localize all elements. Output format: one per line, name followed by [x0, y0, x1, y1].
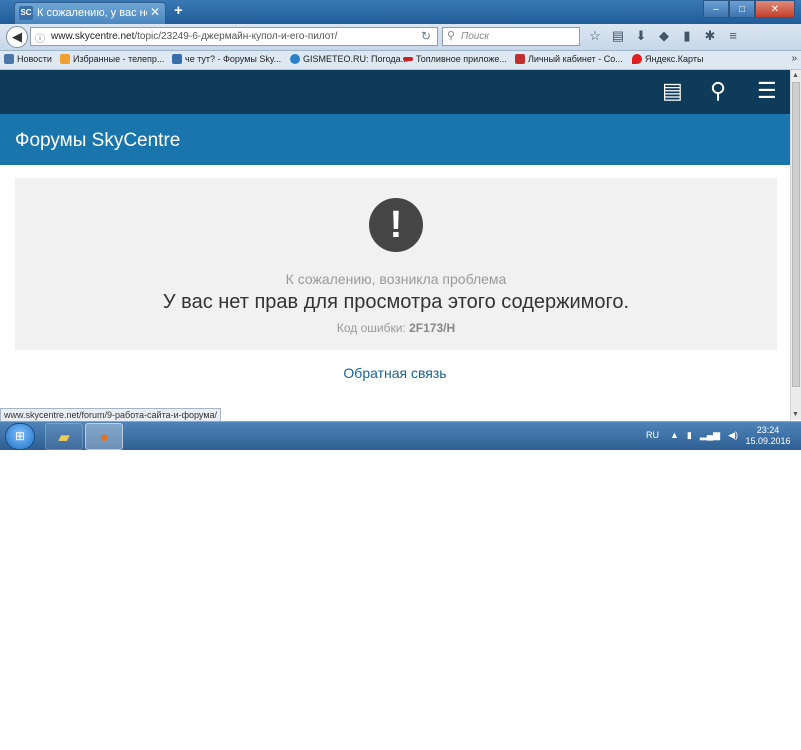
- tab-title: К сожалению, у вас нет д...: [37, 7, 147, 19]
- bookmark-item[interactable]: Яндекс.Карты: [632, 54, 703, 64]
- language-indicator[interactable]: RU: [646, 430, 659, 440]
- feedback-link[interactable]: Обратная связь: [0, 365, 790, 381]
- minimize-button[interactable]: –: [703, 0, 729, 18]
- clock[interactable]: 23:24 15.09.2016: [744, 425, 792, 447]
- new-tab-button[interactable]: +: [174, 2, 183, 19]
- scroll-up-icon[interactable]: ▲: [792, 72, 799, 79]
- bookmark-star-icon[interactable]: ☆: [588, 28, 602, 44]
- error-subtitle: К сожалению, возникла проблема: [285, 271, 507, 287]
- error-message: У вас нет прав для просмотра этого содер…: [162, 291, 630, 313]
- url-text: www.skycentre.net/topic/23249-6-джермайн…: [51, 31, 337, 42]
- browser-titlebar: SC К сожалению, у вас нет д... ✕ + – □ ✕: [0, 0, 801, 24]
- bookmarks-overflow-icon[interactable]: »: [791, 53, 797, 64]
- search-placeholder: Поиск: [461, 31, 490, 42]
- firefox-taskbar-icon[interactable]: ●: [85, 423, 123, 450]
- error-code: 2F173/H: [409, 321, 456, 335]
- window-controls: – □ ✕: [703, 0, 795, 18]
- start-button[interactable]: ⊞: [5, 423, 35, 450]
- tab-favicon-icon: SC: [19, 6, 33, 20]
- menu-icon[interactable]: ≡: [726, 28, 740, 44]
- network-icon[interactable]: ▂▄▆: [700, 430, 720, 441]
- scrollbar-thumb[interactable]: [792, 82, 800, 387]
- error-code-line: Код ошибки: 2F173/H: [15, 321, 777, 335]
- reading-list-icon[interactable]: ▤: [611, 28, 625, 44]
- clock-date: 15.09.2016: [745, 436, 791, 446]
- downloads-icon[interactable]: ⬇: [634, 28, 648, 44]
- search-bar[interactable]: ⚲ Поиск: [442, 27, 580, 46]
- site-search-icon[interactable]: ⚲: [710, 80, 726, 102]
- tray-expand-icon[interactable]: ▲: [670, 430, 679, 441]
- bookmark-item[interactable]: GISMETEO.RU: Погода...: [290, 54, 408, 64]
- sc-icon: [172, 54, 182, 64]
- tv-icon: [60, 54, 70, 64]
- explorer-taskbar-icon[interactable]: ▰: [45, 423, 83, 450]
- url-domain: www.skycentre.net: [51, 31, 135, 42]
- volume-icon[interactable]: ◀): [728, 430, 738, 441]
- system-tray: ▲ ▮ ▂▄▆ ◀): [670, 430, 738, 441]
- activity-stream-icon[interactable]: ▤: [662, 80, 683, 102]
- drop-icon: [290, 54, 300, 64]
- maximize-button[interactable]: □: [729, 0, 755, 18]
- forum-title[interactable]: Форумы SkyCentre: [15, 130, 180, 152]
- battery-icon[interactable]: ▮: [680, 28, 694, 44]
- scroll-down-icon[interactable]: ▼: [792, 411, 799, 418]
- windows-taskbar: ⊞ ▰ ● RU ▲ ▮ ▂▄▆ ◀) 23:24 15.09.2016: [0, 421, 801, 450]
- bookmark-item[interactable]: Топливное приложе...: [403, 54, 507, 64]
- bookmark-item[interactable]: Новости: [4, 54, 52, 64]
- site-info-icon[interactable]: ⓘ: [35, 30, 45, 45]
- clock-time: 23:24: [756, 425, 780, 435]
- exclamation-icon: !: [369, 198, 423, 252]
- map-pin-icon: [632, 54, 642, 64]
- close-window-button[interactable]: ✕: [755, 0, 795, 18]
- cabinet-icon: [515, 54, 525, 64]
- page-scrollbar[interactable]: ▲ ▼: [790, 70, 801, 420]
- vk-icon: [4, 54, 14, 64]
- fuel-icon: [403, 57, 413, 61]
- back-button[interactable]: ◀: [6, 26, 28, 48]
- error-code-label: Код ошибки:: [336, 321, 406, 335]
- search-icon: ⚲: [447, 30, 456, 42]
- bookmarks-toolbar: Новости Избранные - телепр... че тут? - …: [0, 51, 801, 70]
- browser-tab[interactable]: SC К сожалению, у вас нет д... ✕: [14, 2, 166, 24]
- hamburger-menu-icon[interactable]: ☰: [757, 80, 777, 102]
- addon-icon[interactable]: ◆: [657, 28, 671, 44]
- error-box: ! К сожалению, возникла проблема У вас н…: [15, 178, 777, 350]
- screen: SC К сожалению, у вас нет д... ✕ + – □ ✕…: [0, 0, 801, 450]
- web-page: ▤ ⚲ ☰ Форумы SkyCentre ! К сожалению, во…: [0, 70, 790, 420]
- site-top-nav: ▤ ⚲ ☰: [0, 70, 790, 114]
- forum-header: Форумы SkyCentre: [0, 114, 790, 165]
- extension-icon[interactable]: ✱: [703, 28, 717, 44]
- bookmark-item[interactable]: че тут? - Форумы Sky...: [172, 54, 281, 64]
- navigation-toolbar: ◀ ⓘ www.skycentre.net/topic/23249-6-джер…: [0, 24, 801, 51]
- address-bar[interactable]: ⓘ www.skycentre.net/topic/23249-6-джерма…: [30, 27, 438, 46]
- tab-close-icon[interactable]: ✕: [150, 5, 160, 19]
- url-path: /topic/23249-6-джермайн-купол-и-его-пило…: [134, 31, 338, 42]
- bookmark-item[interactable]: Избранные - телепр...: [60, 54, 164, 64]
- power-icon[interactable]: ▮: [687, 430, 692, 441]
- reload-icon[interactable]: ↻: [421, 29, 431, 43]
- toolbar-icons: ☆ ▤ ⬇ ◆ ▮ ✱ ≡: [588, 28, 740, 44]
- bookmark-item[interactable]: Личный кабинет - Со...: [515, 54, 623, 64]
